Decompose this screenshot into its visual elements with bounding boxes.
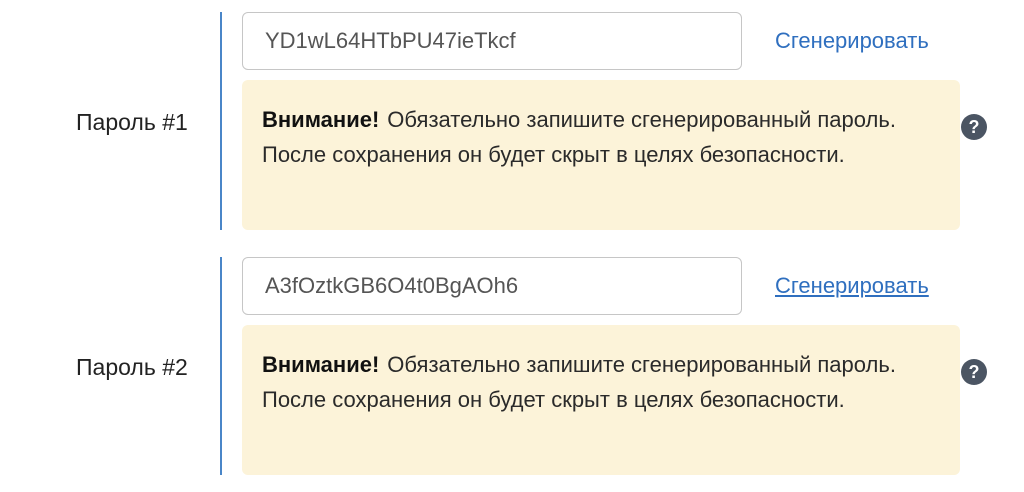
question-circle-icon[interactable]: ? — [961, 114, 987, 140]
password-input[interactable] — [242, 257, 742, 315]
password-row-1: Пароль #1 Сгенерировать Внимание!Обязате… — [0, 12, 1024, 232]
password-label: Пароль #1 — [76, 109, 188, 135]
warning-title: Внимание! — [262, 107, 380, 132]
password-label: Пароль #2 — [76, 354, 188, 380]
password-row-2: Пароль #2 Сгенерировать Внимание!Обязате… — [0, 257, 1024, 477]
generate-link[interactable]: Сгенерировать — [775, 28, 929, 54]
generate-link[interactable]: Сгенерировать — [775, 273, 929, 299]
question-circle-icon[interactable]: ? — [961, 359, 987, 385]
password-input[interactable] — [242, 12, 742, 70]
divider — [220, 12, 222, 230]
warning-box: Внимание! Обязательно запишите сгенериров… — [242, 325, 960, 475]
warning-title: Внимание! — [262, 352, 380, 377]
divider — [220, 257, 222, 475]
warning-box: Внимание! Обязательно запишите сгенериров… — [242, 80, 960, 230]
